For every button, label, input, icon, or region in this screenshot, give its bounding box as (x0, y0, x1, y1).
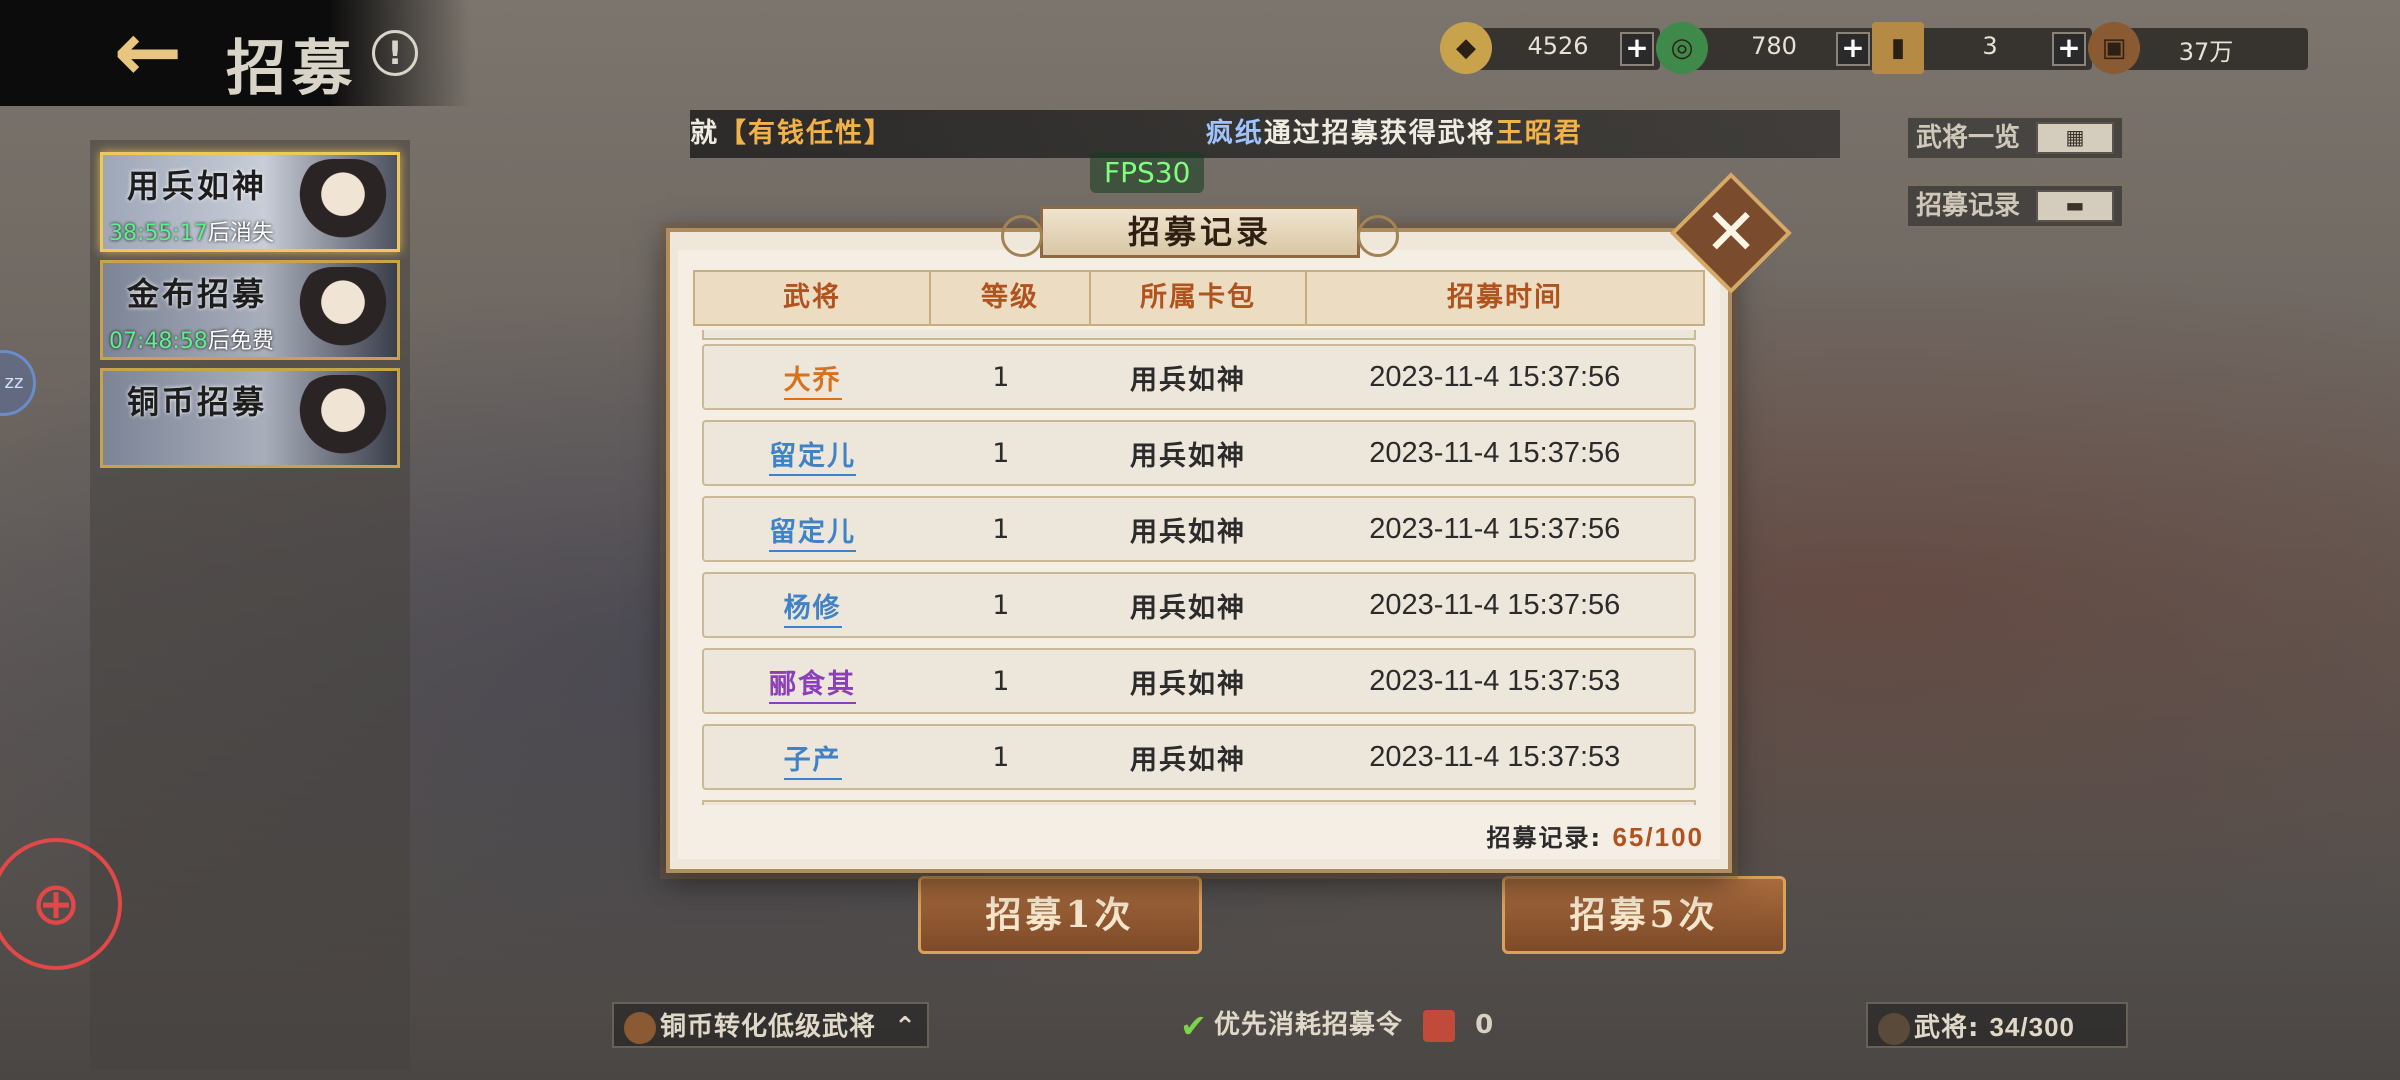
banner-card-jinbu[interactable]: 金布招募 07:48:58后免费 (100, 260, 400, 360)
copper-coin-icon (624, 1011, 656, 1044)
cards-icon: ▦ (2036, 122, 2114, 154)
table-row: 杨修 1 用兵如神 2023-11-4 15:37:56 (702, 572, 1696, 638)
copper-convert-toggle[interactable]: 铜币转化低级武将 ⌃ (612, 1002, 929, 1048)
recruit-log-button[interactable]: 招募记录 ▬ (1906, 184, 2124, 228)
add-jade-button[interactable]: + (1836, 32, 1870, 66)
general-name-link[interactable]: 杨修 (704, 586, 921, 628)
table-row: 子产 1 用兵如神 2023-11-4 15:37:53 (702, 724, 1696, 790)
jade-coin-icon: ◎ (1656, 22, 1708, 74)
table-row: 留定儿 1 用兵如神 2023-11-4 15:37:56 (702, 496, 1696, 562)
table-row: 留定儿 1 用兵如神 2023-11-4 15:37:56 (702, 420, 1696, 486)
announcement-marquee: 就【有钱任性】 疯纸通过招募获得武将王昭君 (690, 110, 1840, 158)
recruit-five-button[interactable]: 招募5次 (1502, 876, 1786, 954)
generals-capacity: 武将: 34/300 (1866, 1002, 2128, 1048)
page-title: 招募 (226, 34, 358, 104)
helmet-icon (1878, 1012, 1910, 1045)
banner-name: 铜币招募 (127, 383, 268, 421)
general-name-link[interactable]: 子产 (704, 738, 921, 780)
banner-timer: 07:48:58后免费 (109, 329, 274, 354)
checkmark-icon: ✔ (1180, 1006, 1208, 1045)
general-portrait-image (295, 267, 391, 355)
banner-card-tongbi[interactable]: 铜币招募 (100, 368, 400, 468)
add-gold-button[interactable]: + (1620, 32, 1654, 66)
record-count: 招募记录: 65/100 (1486, 822, 1704, 852)
currency-jade: ◎ 780 + (1656, 22, 1876, 74)
record-list[interactable]: 大乔 1 用兵如神 2023-11-4 15:37:56 留定儿 1 用兵如神 … (702, 330, 1696, 805)
banner-timer: 38:55:17后消失 (109, 221, 274, 246)
fps-counter: FPS30 (1090, 152, 1205, 193)
recruit-token-icon (1423, 1009, 1456, 1042)
table-row-partial (702, 330, 1696, 340)
column-header: 所属卡包 (1091, 272, 1307, 324)
general-name-link[interactable]: 留定儿 (704, 510, 921, 552)
banner-name: 金布招募 (127, 275, 268, 313)
add-tower-token-button[interactable]: + (2052, 32, 2086, 66)
table-row: 郦食其 1 用兵如神 2023-11-4 15:37:53 (702, 648, 1696, 714)
info-icon[interactable]: ! (372, 30, 418, 76)
currency-gold: ◆ 4526 + (1440, 22, 1660, 74)
tower-token-icon: ▮ (1872, 22, 1924, 74)
recruit-once-button[interactable]: 招募1次 (918, 876, 1202, 954)
general-portrait-image (295, 375, 391, 463)
back-arrow-icon[interactable]: ← (100, 12, 196, 98)
currency-tower: ▮ 3 + (1872, 22, 2092, 74)
column-header: 招募时间 (1447, 282, 1563, 313)
banner-card-yongbing[interactable]: 用兵如神 38:55:17后消失 (100, 152, 400, 252)
top-bar: ← 招募 ! ◆ 4526 + ◎ 780 + ▮ 3 + ▣ 37万 (0, 0, 2400, 106)
chevron-up-icon: ⌃ (894, 1012, 917, 1042)
table-row: 大乔 1 用兵如神 2023-11-4 15:37:56 (702, 344, 1696, 410)
copper-coin-icon: ▣ (2088, 22, 2140, 74)
banner-name: 用兵如神 (127, 167, 268, 205)
currency-copper: ▣ 37万 (2088, 22, 2308, 74)
token-count: 0 (1475, 1010, 1495, 1040)
scroll-icon: ▬ (2036, 190, 2114, 222)
close-icon: ✕ (1704, 196, 1758, 270)
dialog-title: 招募记录 (1001, 206, 1399, 258)
general-name-link[interactable]: 大乔 (704, 358, 921, 400)
general-name-link[interactable]: 留定儿 (704, 434, 921, 476)
priority-token-toggle[interactable]: ✔ 优先消耗招募令 0 (1178, 1002, 1494, 1048)
table-row-partial (702, 800, 1696, 805)
generals-list-button[interactable]: 武将一览 ▦ (1906, 116, 2124, 160)
gold-token-icon: ◆ (1440, 22, 1492, 74)
general-portrait-image (295, 159, 391, 247)
general-name-link[interactable]: 郦食其 (704, 662, 921, 704)
table-header: 武将 等级 所属卡包 招募时间 (693, 270, 1705, 326)
column-header: 等级 (931, 272, 1091, 324)
column-header: 武将 (695, 272, 931, 324)
